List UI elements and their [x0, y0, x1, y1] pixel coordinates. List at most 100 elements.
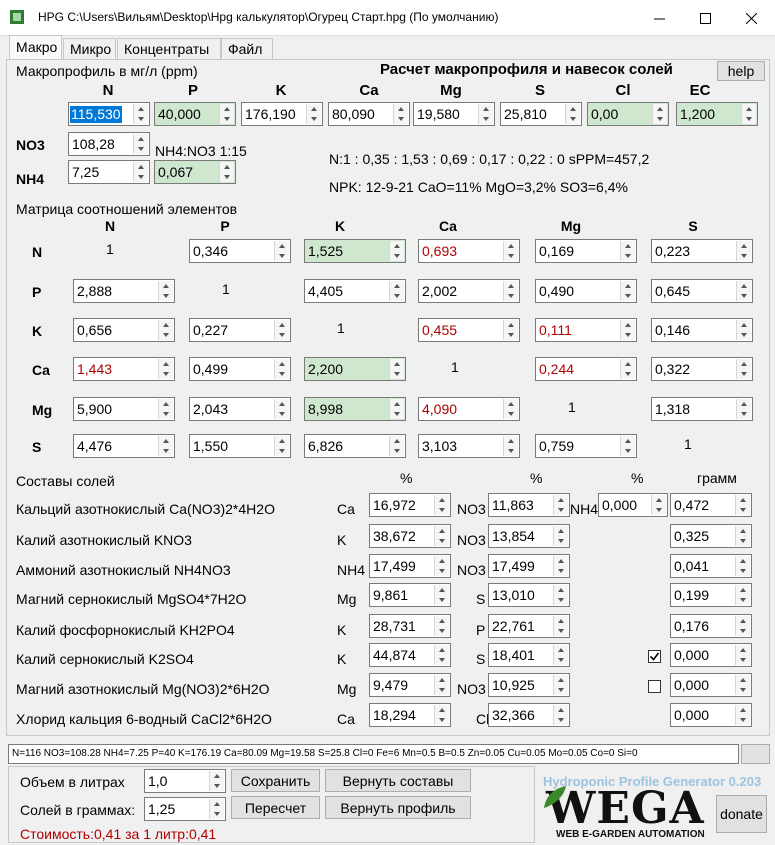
spin-up-icon[interactable] [503, 241, 518, 251]
tab-macro[interactable]: Макро [9, 35, 62, 60]
salt-pct-2[interactable]: 18,401 [488, 643, 570, 667]
spin-down-icon[interactable] [620, 251, 635, 261]
spin-up-icon[interactable] [274, 320, 289, 330]
profile-input-mg[interactable]: 19,580 [413, 102, 495, 126]
spin-down-icon[interactable] [503, 330, 518, 340]
spin-down-icon[interactable] [620, 446, 635, 456]
matrix-cell-1-2[interactable]: 4,405 [304, 279, 406, 303]
salt-pct-1[interactable]: 18,294 [369, 703, 451, 727]
spin-up-icon[interactable] [274, 359, 289, 369]
spin-up-icon[interactable] [736, 281, 751, 291]
matrix-cell-4-1[interactable]: 2,043 [189, 397, 291, 421]
salt-pct-1[interactable]: 17,499 [369, 554, 451, 578]
spin-up-icon[interactable] [503, 281, 518, 291]
restore-profile-button[interactable]: Вернуть профиль [325, 796, 471, 819]
spin-down-icon[interactable] [133, 172, 148, 182]
help-button[interactable]: help [717, 61, 765, 81]
spin-up-icon[interactable] [434, 556, 449, 566]
save-button[interactable]: Сохранить [231, 769, 320, 792]
spin-up-icon[interactable] [503, 436, 518, 446]
spin-up-icon[interactable] [306, 104, 321, 114]
matrix-cell-4-2[interactable]: 8,998 [304, 397, 406, 421]
spin-up-icon[interactable] [133, 162, 148, 172]
salt-grams[interactable]: 0,000 [670, 703, 752, 727]
spin-down-icon[interactable] [274, 330, 289, 340]
spin-up-icon[interactable] [553, 585, 568, 595]
spin-up-icon[interactable] [434, 585, 449, 595]
spin-up-icon[interactable] [736, 320, 751, 330]
matrix-cell-2-1[interactable]: 0,227 [189, 318, 291, 342]
no3-input[interactable]: 108,28 [68, 132, 150, 156]
spin-down-icon[interactable] [553, 595, 568, 605]
spin-up-icon[interactable] [741, 104, 756, 114]
spin-up-icon[interactable] [389, 281, 404, 291]
spin-up-icon[interactable] [434, 645, 449, 655]
salt-pct-2[interactable]: 13,010 [488, 583, 570, 607]
spin-down-icon[interactable] [741, 114, 756, 124]
spin-up-icon[interactable] [274, 436, 289, 446]
spin-down-icon[interactable] [651, 505, 666, 515]
spin-down-icon[interactable] [389, 291, 404, 301]
profile-input-n[interactable]: 115,530 [68, 102, 150, 126]
salt-pct-3[interactable]: 0,000 [598, 493, 668, 517]
spin-down-icon[interactable] [735, 536, 750, 546]
matrix-cell-1-0[interactable]: 2,888 [73, 279, 175, 303]
spin-down-icon[interactable] [389, 251, 404, 261]
profile-input-cl[interactable]: 0,00 [587, 102, 669, 126]
spin-down-icon[interactable] [553, 536, 568, 546]
spin-down-icon[interactable] [434, 685, 449, 695]
salt-pct-2[interactable]: 10,925 [488, 673, 570, 697]
spin-down-icon[interactable] [389, 409, 404, 419]
spin-down-icon[interactable] [553, 505, 568, 515]
spin-down-icon[interactable] [434, 626, 449, 636]
matrix-cell-1-3[interactable]: 2,002 [418, 279, 520, 303]
spin-up-icon[interactable] [209, 799, 224, 809]
spin-down-icon[interactable] [735, 505, 750, 515]
spin-up-icon[interactable] [158, 399, 173, 409]
spin-up-icon[interactable] [434, 495, 449, 505]
spin-up-icon[interactable] [620, 281, 635, 291]
spin-down-icon[interactable] [393, 114, 408, 124]
matrix-cell-3-4[interactable]: 0,244 [535, 357, 637, 381]
tab-concentrates[interactable]: Концентраты [117, 38, 221, 59]
matrix-cell-2-0[interactable]: 0,656 [73, 318, 175, 342]
spin-down-icon[interactable] [274, 446, 289, 456]
spin-down-icon[interactable] [434, 595, 449, 605]
spin-up-icon[interactable] [651, 495, 666, 505]
salt-pct-1[interactable]: 38,672 [369, 524, 451, 548]
spin-up-icon[interactable] [652, 104, 667, 114]
volume-input[interactable]: 1,0 [144, 769, 226, 793]
matrix-cell-0-3[interactable]: 0,693 [418, 239, 520, 263]
salt-pct-2[interactable]: 32,366 [488, 703, 570, 727]
spin-down-icon[interactable] [434, 566, 449, 576]
spin-up-icon[interactable] [274, 399, 289, 409]
profile-input-ca[interactable]: 80,090 [328, 102, 410, 126]
spin-up-icon[interactable] [620, 320, 635, 330]
spin-up-icon[interactable] [389, 436, 404, 446]
spin-down-icon[interactable] [553, 715, 568, 725]
spin-down-icon[interactable] [503, 251, 518, 261]
spin-up-icon[interactable] [735, 705, 750, 715]
profile-input-ec[interactable]: 1,200 [676, 102, 758, 126]
spin-down-icon[interactable] [620, 369, 635, 379]
matrix-cell-4-0[interactable]: 5,900 [73, 397, 175, 421]
salt-pct-1[interactable]: 9,861 [369, 583, 451, 607]
spin-up-icon[interactable] [735, 585, 750, 595]
matrix-cell-4-3[interactable]: 4,090 [418, 397, 520, 421]
spin-down-icon[interactable] [434, 715, 449, 725]
spin-down-icon[interactable] [553, 655, 568, 665]
matrix-cell-0-2[interactable]: 1,525 [304, 239, 406, 263]
tab-micro[interactable]: Микро [63, 38, 116, 59]
salt-grams[interactable]: 0,325 [670, 524, 752, 548]
spin-down-icon[interactable] [219, 114, 234, 124]
salt-grams[interactable]: 0,199 [670, 583, 752, 607]
spin-up-icon[interactable] [736, 241, 751, 251]
spin-up-icon[interactable] [389, 241, 404, 251]
spin-up-icon[interactable] [158, 320, 173, 330]
spin-up-icon[interactable] [434, 705, 449, 715]
spin-down-icon[interactable] [158, 330, 173, 340]
spin-up-icon[interactable] [736, 399, 751, 409]
spin-up-icon[interactable] [553, 526, 568, 536]
spin-up-icon[interactable] [553, 705, 568, 715]
spin-up-icon[interactable] [565, 104, 580, 114]
